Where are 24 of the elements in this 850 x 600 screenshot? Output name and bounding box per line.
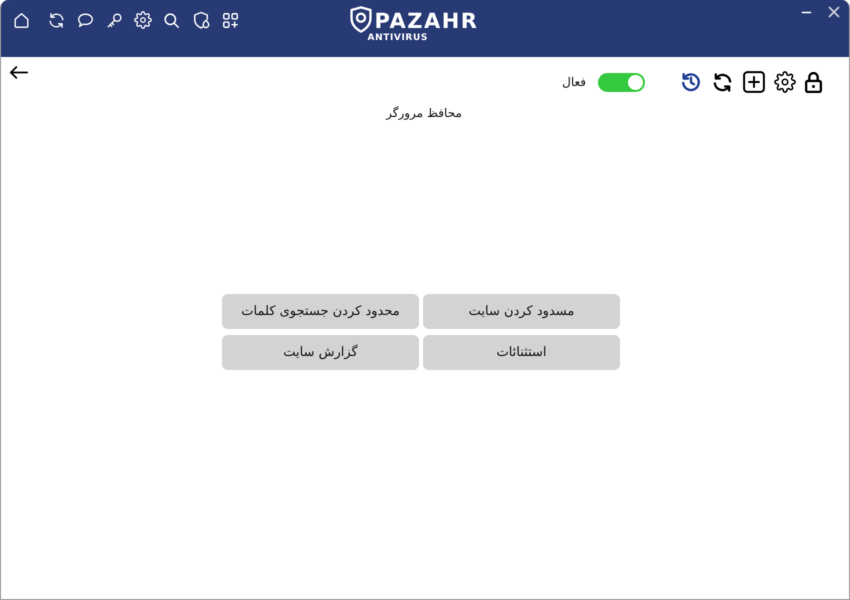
- close-icon[interactable]: [828, 6, 840, 18]
- shield-drop-icon[interactable]: [191, 10, 211, 30]
- history-icon[interactable]: [680, 71, 702, 93]
- search-icon[interactable]: [162, 10, 181, 30]
- home-icon[interactable]: [12, 10, 31, 30]
- option-button[interactable]: استثنائات: [423, 335, 620, 370]
- apps-add-icon[interactable]: [221, 10, 240, 30]
- brand-tagline: ANTIVIRUS: [368, 33, 428, 44]
- add-icon[interactable]: [743, 71, 765, 93]
- key-icon[interactable]: [105, 10, 124, 30]
- chat-icon[interactable]: [76, 10, 95, 30]
- brand-name: PAZAHR: [374, 9, 478, 33]
- option-button[interactable]: گزارش سایت: [222, 335, 419, 370]
- option-button[interactable]: محدود کردن جستجوی کلمات: [222, 294, 419, 329]
- sync-icon[interactable]: [711, 70, 734, 94]
- settings-icon[interactable]: [774, 71, 796, 93]
- status-toggle[interactable]: [598, 72, 645, 92]
- toggle-label: فعال: [562, 74, 586, 90]
- shield-logo-icon: [350, 6, 372, 33]
- lock-icon[interactable]: [805, 72, 822, 92]
- sync-icon[interactable]: [47, 10, 66, 30]
- page-title: محافظ مرورگر: [386, 105, 462, 121]
- option-button[interactable]: مسدود کردن سایت: [423, 294, 620, 329]
- back-arrow-icon[interactable]: [10, 66, 28, 79]
